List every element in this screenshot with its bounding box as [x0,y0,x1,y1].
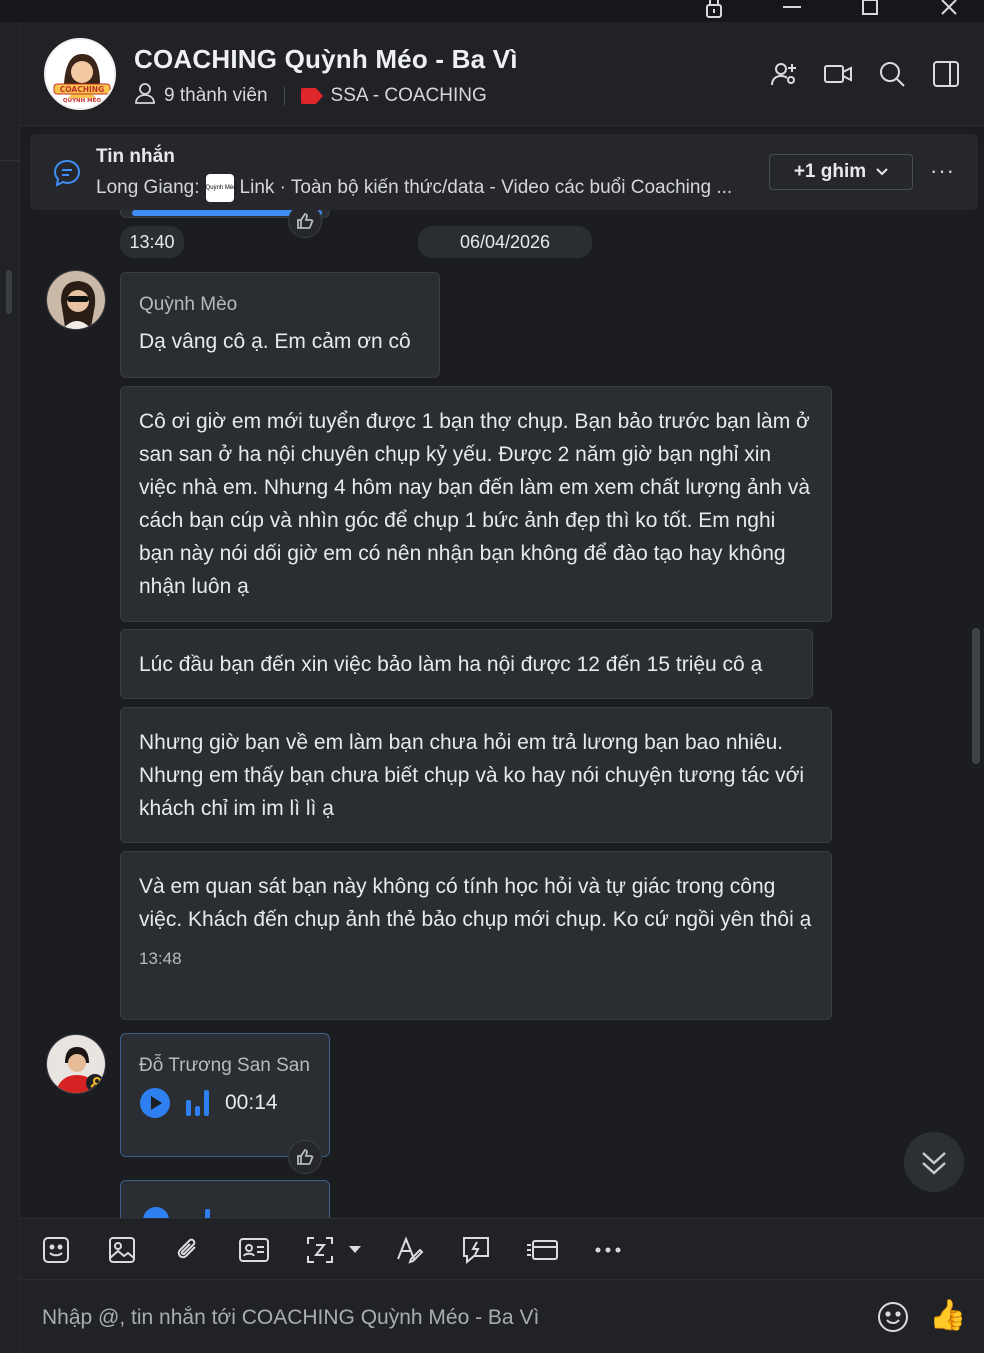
composer-toolbar [20,1218,984,1280]
message-bubble[interactable]: Cô ơi giờ em mới tuyển được 1 bạn thợ ch… [120,386,832,622]
minimize-icon[interactable] [772,0,812,20]
pinned-link-thumbnail: Quỳnh Méo [205,174,237,202]
close-icon[interactable] [929,0,969,20]
chat-header: COACHING QUỲNH MÉO COACHING Quỳnh Méo - … [20,22,984,126]
window-titlebar [0,0,984,22]
more-pins-label: +1 ghim [793,161,867,182]
like-button[interactable] [288,1140,322,1174]
screenshot-options-chevron[interactable] [340,1233,370,1267]
message-text: Nhưng giờ bạn về em làm bạn chưa hỏi em … [139,731,805,820]
chat-scrollbar[interactable] [972,628,980,764]
sender-name[interactable]: Đỗ Trương San San [139,1052,311,1080]
pinned-preview[interactable]: Long Giang: Quỳnh Méo Link · Toàn bộ kiế… [96,174,732,202]
message-bubble[interactable]: Nhưng giờ bạn về em làm bạn chưa hỏi em … [120,707,832,843]
pinned-more-button[interactable]: ··· [930,158,955,184]
avatar-text: COACHING [60,85,105,94]
voice-message-bubble[interactable]: Đỗ Trương San San 00:14 [120,1033,330,1157]
restore-icon[interactable] [850,0,890,20]
pinned-title: Tin nhắn [96,146,175,167]
lock-icon[interactable] [694,0,734,20]
thumbs-up-icon [297,213,314,229]
sidebar-scroll-handle[interactable] [6,270,12,314]
video-call-icon[interactable] [822,58,854,90]
message-text: Dạ vâng cô ạ. Em cảm ơn cô [139,330,411,353]
quick-message-icon[interactable] [458,1233,494,1267]
group-tag[interactable]: SSA - COACHING [331,85,487,107]
next-voice-message-bubble[interactable] [120,1180,330,1218]
image-icon[interactable] [104,1233,140,1267]
thumbs-up-icon [297,1149,314,1165]
message-text: Và em quan sát bạn này không có tính học… [139,875,812,931]
more-icon[interactable] [590,1233,626,1267]
voice-duration: 00:14 [225,1091,278,1114]
sound-wave-icon [205,1209,210,1218]
header-actions [768,58,962,90]
message-bubble[interactable]: Quỳnh Mèo Dạ vâng cô ạ. Em cảm ơn cô [120,272,440,378]
pinned-sender: Long Giang: [96,177,200,198]
emoji-icon[interactable] [876,1300,910,1334]
avatar[interactable] [46,1034,106,1094]
text-format-icon[interactable] [392,1233,428,1267]
sticker-icon[interactable] [38,1233,74,1267]
add-member-icon[interactable] [768,58,800,90]
sidebar-toggle-icon[interactable] [930,58,962,90]
group-subtitle: 9 thành viên SSA - COACHING [134,82,487,110]
message-time: 13:40 [120,226,184,258]
play-icon[interactable] [139,1087,171,1119]
contact-card-icon[interactable] [236,1233,272,1267]
chat-bubble-icon [52,158,82,193]
chevron-down-icon [349,1246,361,1253]
pinned-message-bar[interactable]: Tin nhắn Long Giang: Quỳnh Méo Link · To… [30,134,978,210]
like-button[interactable] [288,210,322,238]
group-avatar[interactable]: COACHING QUỲNH MÉO [44,38,116,110]
member-icon[interactable] [134,82,156,110]
message-list[interactable]: 13:40 06/04/2026 Quỳnh Mèo Dạ vâng cô ạ.… [20,210,984,1218]
date-divider: 06/04/2026 [418,226,592,258]
message-time: 13:48 [139,949,182,968]
message-input[interactable] [42,1302,862,1334]
tag-icon [300,88,323,104]
card-icon[interactable] [524,1233,560,1267]
message-text: Lúc đầu bạn đến xin việc bảo làm ha nội … [139,653,763,676]
divider [0,160,20,161]
message-text: Cô ơi giờ em mới tuyển được 1 bạn thợ ch… [139,410,811,598]
message-bubble[interactable]: Và em quan sát bạn này không có tính học… [120,851,832,1020]
scroll-down-icon [922,1152,946,1175]
left-sidebar-strip [0,22,20,1353]
pinned-text: Link · Toàn bộ kiến thức/data - Video cá… [239,177,733,198]
more-pins-button[interactable]: +1 ghim [769,154,913,190]
sender-name[interactable]: Quỳnh Mèo [139,291,421,319]
group-title[interactable]: COACHING Quỳnh Méo - Ba Vì [134,44,518,75]
member-count[interactable]: 9 thành viên [164,85,268,107]
voice-player: 00:14 [139,1086,311,1119]
composer: 👍 [20,1280,984,1353]
attachment-icon[interactable] [170,1233,206,1267]
search-icon[interactable] [876,58,908,90]
divider [283,87,285,105]
chevron-down-icon [876,168,888,176]
avatar[interactable] [46,270,106,330]
message-bubble[interactable]: Lúc đầu bạn đến xin việc bảo làm ha nội … [120,629,813,699]
sound-wave-icon [186,1089,209,1116]
send-like-button[interactable]: 👍 [928,1296,968,1336]
screenshot-icon[interactable] [302,1233,338,1267]
avatar-subtext: QUỲNH MÉO [63,96,101,104]
play-icon[interactable] [143,1207,169,1218]
scroll-to-bottom-button[interactable] [904,1132,964,1192]
